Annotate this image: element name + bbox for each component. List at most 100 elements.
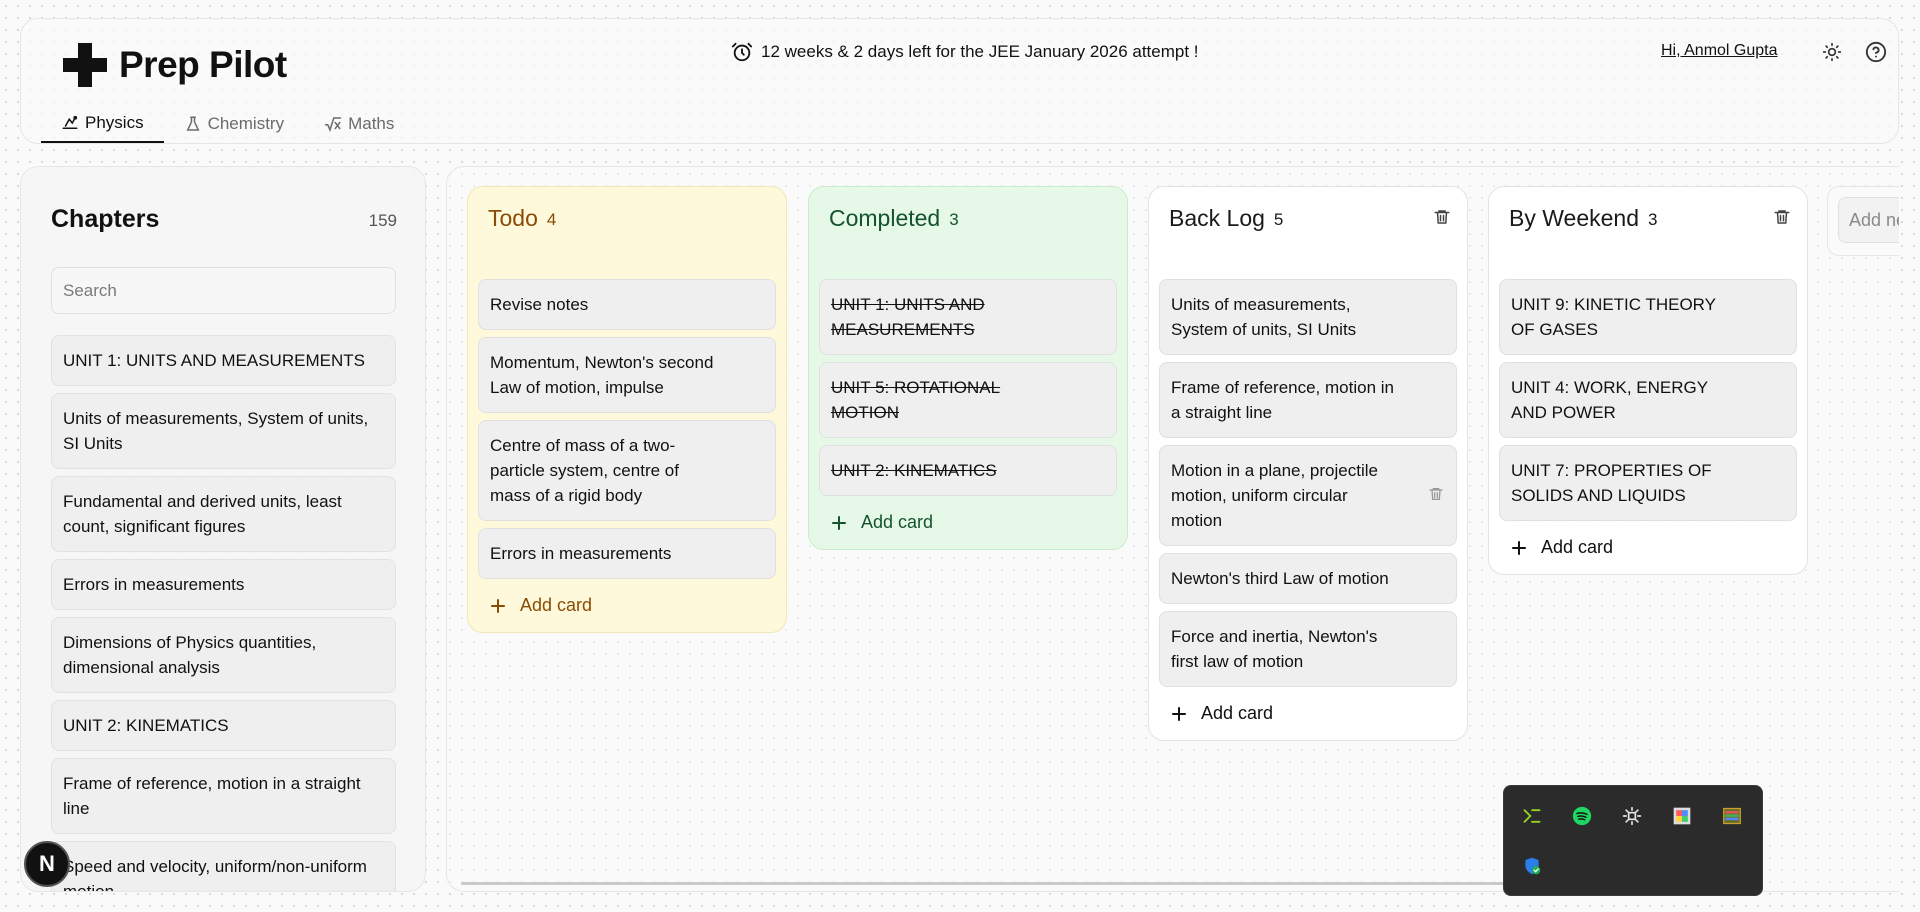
column-header: Completed 3 bbox=[819, 187, 1117, 279]
app-header: Prep Pilot 12 weeks & 2 days left for th… bbox=[20, 18, 1899, 144]
nextjs-dev-badge[interactable]: N bbox=[24, 841, 70, 887]
task-card[interactable]: Momentum, Newton's second Law of motion,… bbox=[478, 337, 776, 413]
delete-card-trash-icon[interactable] bbox=[1428, 484, 1444, 509]
task-card[interactable]: Motion in a plane, projectile motion, un… bbox=[1159, 445, 1457, 546]
task-card[interactable]: Force and inertia, Newton's first law of… bbox=[1159, 611, 1457, 687]
column-todo: Todo 4 Revise notes Momentum, Newton's s… bbox=[467, 186, 787, 633]
flask-icon bbox=[186, 116, 199, 131]
app-logo[interactable]: Prep Pilot bbox=[61, 41, 287, 89]
add-card-button[interactable]: Add card bbox=[1159, 694, 1457, 730]
tab-label: Maths bbox=[348, 114, 395, 133]
task-card[interactable]: UNIT 2: KINEMATICS bbox=[819, 445, 1117, 496]
column-header: Todo 4 bbox=[478, 187, 776, 279]
add-column-panel bbox=[1827, 186, 1899, 256]
kanban-board: Todo 4 Revise notes Momentum, Newton's s… bbox=[446, 166, 1899, 892]
task-card[interactable]: Newton's third Law of motion bbox=[1159, 553, 1457, 604]
tab-maths[interactable]: Maths bbox=[304, 105, 414, 143]
chapter-item[interactable]: Units of measurements, System of units, … bbox=[51, 393, 396, 469]
chapter-item[interactable]: UNIT 2: KINEMATICS bbox=[51, 700, 396, 751]
spotify-icon[interactable] bbox=[1571, 805, 1593, 827]
physics-icon bbox=[62, 115, 78, 129]
card-text: UNIT 4: WORK, ENERGY AND POWER bbox=[1511, 378, 1708, 422]
card-text: UNIT 7: PROPERTIES OF SOLIDS AND LIQUIDS bbox=[1511, 461, 1712, 505]
chapter-list: UNIT 1: UNITS AND MEASUREMENTS Units of … bbox=[51, 335, 396, 891]
card-text: Units of measurements, System of units, … bbox=[1171, 295, 1357, 339]
column-title: Todo bbox=[488, 205, 538, 231]
alarm-clock-icon bbox=[731, 42, 753, 62]
delete-column-trash-icon[interactable] bbox=[1773, 208, 1791, 231]
tab-physics[interactable]: Physics bbox=[41, 105, 164, 143]
add-card-button[interactable]: Add card bbox=[819, 503, 1117, 539]
task-card[interactable]: Errors in measurements bbox=[478, 528, 776, 579]
tab-label: Chemistry bbox=[207, 114, 285, 133]
windows-security-shield-icon[interactable] bbox=[1521, 855, 1543, 877]
chapter-item[interactable]: Dimensions of Physics quantities, dimens… bbox=[51, 617, 396, 693]
column-completed: Completed 3 UNIT 1: UNITS AND MEASUREMEN… bbox=[808, 186, 1128, 550]
card-text: UNIT 5: ROTATIONAL MOTION bbox=[831, 378, 1001, 422]
card-text: Force and inertia, Newton's first law of… bbox=[1171, 627, 1378, 671]
chapter-item[interactable]: Speed and velocity, uniform/non-uniform … bbox=[51, 841, 396, 891]
chapter-item[interactable]: Frame of reference, motion in a straight… bbox=[51, 758, 396, 834]
subject-tabs: Physics Chemistry Maths bbox=[41, 105, 414, 145]
countdown-banner: 12 weeks & 2 days left for the JEE Janua… bbox=[731, 41, 1199, 63]
chapter-item[interactable]: Fundamental and derived units, least cou… bbox=[51, 476, 396, 552]
add-card-label: Add card bbox=[520, 595, 593, 615]
chapters-count: 159 bbox=[368, 211, 397, 230]
chapters-sidebar: Chapters 159 UNIT 1: UNITS AND MEASUREME… bbox=[20, 166, 426, 892]
card-text: UNIT 1: UNITS AND MEASUREMENTS bbox=[831, 295, 985, 339]
add-card-label: Add card bbox=[1201, 703, 1274, 723]
column-count: 4 bbox=[546, 210, 557, 229]
column-count: 3 bbox=[1647, 210, 1658, 229]
image-viewer-icon[interactable] bbox=[1721, 805, 1743, 827]
new-column-input[interactable] bbox=[1838, 197, 1899, 243]
column-count: 5 bbox=[1273, 210, 1284, 229]
column-title: Completed bbox=[829, 205, 941, 231]
task-card[interactable]: Units of measurements, System of units, … bbox=[1159, 279, 1457, 355]
tab-label: Physics bbox=[85, 113, 144, 132]
add-card-button[interactable]: Add card bbox=[478, 586, 776, 622]
add-card-label: Add card bbox=[1541, 537, 1614, 557]
task-card[interactable]: Revise notes bbox=[478, 279, 776, 330]
card-text: Centre of mass of a two-particle system,… bbox=[490, 436, 679, 505]
add-card-button[interactable]: Add card bbox=[1499, 528, 1797, 564]
card-text: Frame of reference, motion in a straight… bbox=[1171, 378, 1394, 422]
task-card[interactable]: Frame of reference, motion in a straight… bbox=[1159, 362, 1457, 438]
task-card[interactable]: UNIT 5: ROTATIONAL MOTION bbox=[819, 362, 1117, 438]
brightness-icon[interactable] bbox=[1621, 805, 1643, 827]
color-picker-icon[interactable] bbox=[1671, 805, 1693, 827]
tab-chemistry[interactable]: Chemistry bbox=[164, 105, 305, 143]
chapter-item[interactable]: UNIT 1: UNITS AND MEASUREMENTS bbox=[51, 335, 396, 386]
task-card[interactable]: UNIT 4: WORK, ENERGY AND POWER bbox=[1499, 362, 1797, 438]
chapter-item[interactable]: Errors in measurements bbox=[51, 559, 396, 610]
add-card-label: Add card bbox=[861, 512, 934, 532]
help-icon[interactable] bbox=[1865, 41, 1887, 63]
countdown-text: 12 weeks & 2 days left for the JEE Janua… bbox=[761, 42, 1199, 61]
chapters-title: Chapters bbox=[51, 205, 160, 233]
card-text: Revise notes bbox=[490, 295, 589, 314]
delete-column-trash-icon[interactable] bbox=[1433, 208, 1451, 231]
task-card[interactable]: Centre of mass of a two-particle system,… bbox=[478, 420, 776, 521]
board-horizontal-scrollbar[interactable] bbox=[461, 882, 1641, 885]
chapter-search-input[interactable] bbox=[51, 267, 396, 314]
plus-icon bbox=[1512, 540, 1526, 555]
card-text: Momentum, Newton's second Law of motion,… bbox=[490, 353, 714, 397]
column-title: Back Log bbox=[1169, 205, 1265, 231]
column-by-weekend: By Weekend 3 UNIT 9: KINETIC THEORY OF G… bbox=[1488, 186, 1808, 575]
task-card[interactable]: UNIT 7: PROPERTIES OF SOLIDS AND LIQUIDS bbox=[1499, 445, 1797, 521]
task-card[interactable]: UNIT 1: UNITS AND MEASUREMENTS bbox=[819, 279, 1117, 355]
sqrt-icon bbox=[324, 117, 342, 133]
plus-icon bbox=[1172, 706, 1186, 721]
plus-icon bbox=[491, 598, 505, 613]
card-text: Errors in measurements bbox=[490, 544, 672, 563]
system-tray-overflow bbox=[1503, 785, 1763, 896]
card-text: Newton's third Law of motion bbox=[1171, 569, 1389, 588]
terminal-tool-icon[interactable] bbox=[1521, 805, 1543, 827]
plus-logo-icon bbox=[63, 43, 107, 87]
card-text: UNIT 2: KINEMATICS bbox=[831, 461, 997, 480]
column-header: By Weekend 3 bbox=[1499, 187, 1797, 279]
task-card[interactable]: UNIT 9: KINETIC THEORY OF GASES bbox=[1499, 279, 1797, 355]
theme-toggle-sun-icon[interactable] bbox=[1821, 41, 1843, 63]
user-greeting-link[interactable]: Hi, Anmol Gupta bbox=[1661, 42, 1778, 60]
column-back-log: Back Log 5 Units of measurements, System… bbox=[1148, 186, 1468, 741]
app-title: Prep Pilot bbox=[119, 44, 287, 85]
